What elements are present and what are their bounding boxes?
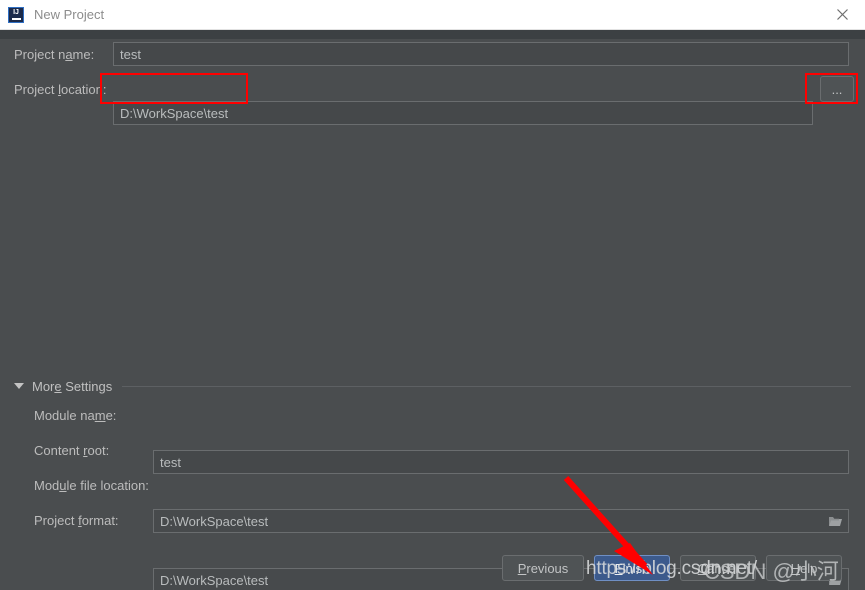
finish-button-label: Finish <box>614 560 650 576</box>
module-file-location-row: Module file location: <box>34 473 149 497</box>
title-bar: IJ New Project <box>0 0 865 30</box>
finish-button[interactable]: Finish <box>594 555 670 581</box>
intellij-idea-icon: IJ <box>8 6 24 23</box>
window-title: New Project <box>34 7 105 22</box>
previous-button-label: Previous <box>517 560 569 576</box>
project-format-row: Project format: <box>34 508 119 532</box>
app-icon-underbar <box>11 18 21 20</box>
help-button[interactable]: Help <box>766 555 842 581</box>
content-root-input[interactable]: D:\WorkSpace\test <box>153 509 849 533</box>
annotation-arrow <box>563 475 653 575</box>
project-location-label: Project location: <box>14 81 107 97</box>
content-root-row: Content root: <box>34 438 109 462</box>
project-location-row: Project location: <box>14 77 107 101</box>
cancel-button-label: Cancel <box>697 560 739 576</box>
dialog-top-strip <box>0 30 865 39</box>
module-name-value: test <box>160 454 181 470</box>
chevron-down-icon <box>14 383 24 389</box>
project-name-value: test <box>120 46 141 62</box>
more-settings-divider <box>122 385 851 387</box>
content-root-label: Content root: <box>34 442 110 458</box>
previous-button[interactable]: Previous <box>502 555 584 581</box>
close-icon[interactable] <box>819 0 865 29</box>
project-name-label: Project name: <box>14 46 95 62</box>
cancel-button[interactable]: Cancel <box>680 555 756 581</box>
new-project-dialog: IJ New Project Project name: test Projec… <box>0 0 865 590</box>
project-name-row: Project name: <box>14 42 94 66</box>
project-location-value: D:\WorkSpace\test <box>120 105 229 121</box>
folder-icon[interactable] <box>828 515 843 528</box>
more-settings-label: More Settings <box>32 378 113 394</box>
project-name-input[interactable]: test <box>113 42 849 66</box>
browse-ellipsis-icon: ... <box>831 81 843 97</box>
module-file-location-value: D:\WorkSpace\test <box>160 572 269 588</box>
content-root-value: D:\WorkSpace\test <box>160 513 269 529</box>
module-name-input[interactable]: test <box>153 450 849 474</box>
module-name-row: Module name: <box>34 403 116 427</box>
more-settings-section-header[interactable]: More Settings <box>14 378 851 394</box>
project-location-browse-button[interactable]: ... <box>820 76 854 102</box>
project-format-label: Project format: <box>34 512 119 528</box>
project-location-input[interactable]: D:\WorkSpace\test <box>113 101 813 125</box>
app-icon-letters: IJ <box>13 9 19 16</box>
module-name-label: Module name: <box>34 407 117 423</box>
annotation-box-project-location <box>100 73 248 104</box>
help-button-label: Help <box>790 560 818 576</box>
module-file-location-label: Module file location: <box>34 477 149 493</box>
